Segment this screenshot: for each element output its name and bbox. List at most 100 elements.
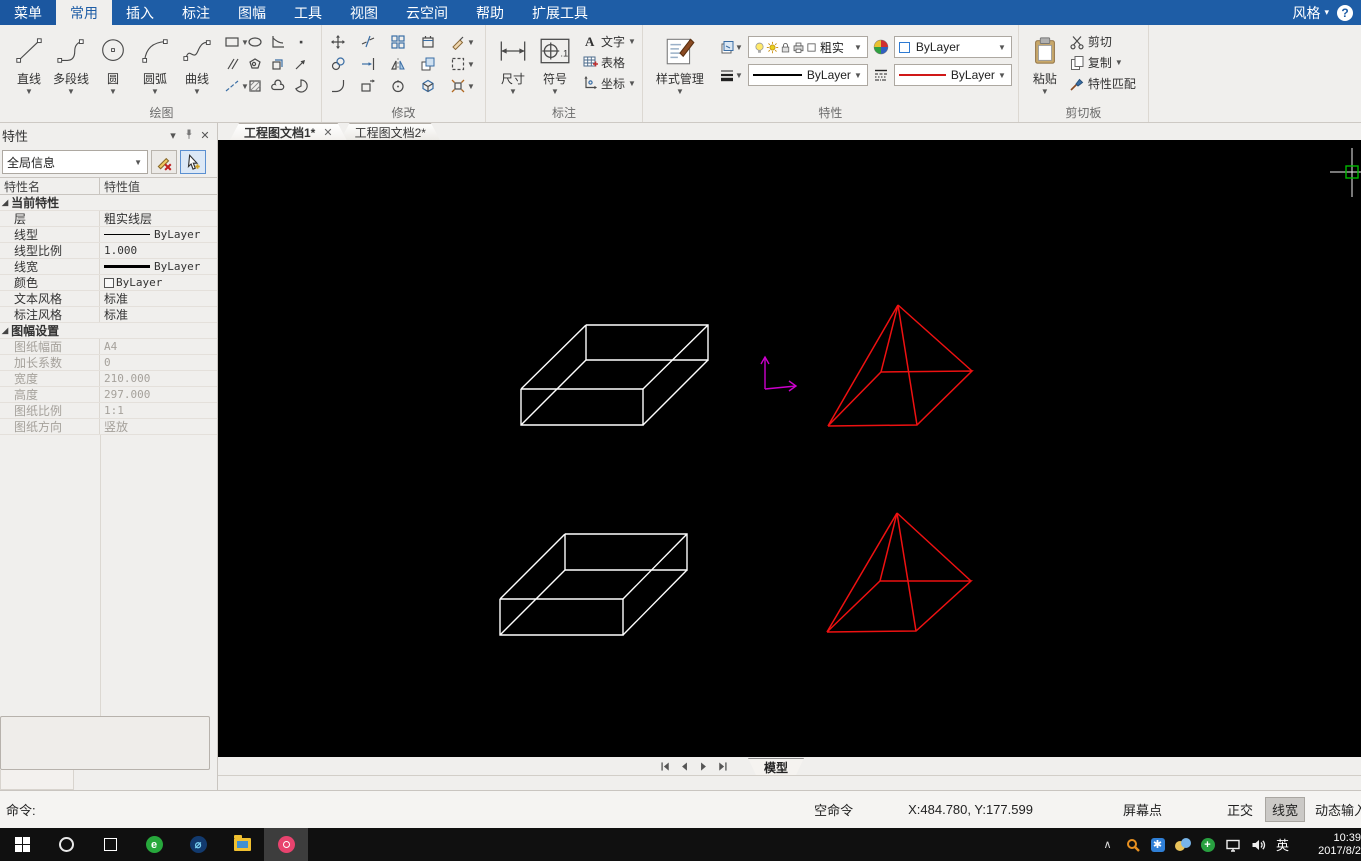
wireframe-box-bottom[interactable]: [500, 534, 687, 635]
lineweight-button[interactable]: ▼: [719, 67, 743, 83]
search-tray-icon[interactable]: [1120, 828, 1145, 861]
dimension-button[interactable]: 尺寸▼: [492, 28, 534, 96]
layer-control-button[interactable]: ▼: [719, 39, 743, 55]
layer-combo[interactable]: 粗实▼: [748, 36, 868, 58]
draw-pline-button[interactable]: 多段线▼: [50, 28, 92, 96]
hidden-icons-chevron[interactable]: ∧: [1095, 828, 1120, 861]
property-row[interactable]: ◢图幅设置: [0, 323, 217, 339]
ribbon-tab-0[interactable]: 常用: [56, 0, 112, 25]
pick-object-button[interactable]: [180, 150, 206, 174]
copy-button[interactable]: 复制▼: [1069, 53, 1136, 72]
document-tab-2[interactable]: 工程图文档2*: [341, 123, 440, 140]
linestyle-combo[interactable]: ByLayer▼: [894, 64, 1012, 86]
color-combo[interactable]: ByLayer▼: [894, 36, 1012, 58]
screen-recorder-icon[interactable]: [264, 828, 308, 861]
property-row[interactable]: 标注风格标准: [0, 307, 217, 323]
pin-icon[interactable]: [181, 128, 197, 143]
close-icon[interactable]: ✕: [197, 129, 213, 142]
clock[interactable]: 10:39 2017/8/2: [1299, 832, 1361, 858]
help-icon[interactable]: ?: [1337, 5, 1353, 21]
fillet-tool-button[interactable]: [330, 76, 359, 96]
linetype-manager-button[interactable]: [873, 67, 889, 83]
status-ortho-toggle[interactable]: 正交: [1227, 800, 1253, 819]
expander-icon[interactable]: ◢: [2, 326, 8, 335]
wireframe-pyramid-top[interactable]: [828, 305, 972, 426]
scope-select[interactable]: 全局信息 ▼: [2, 150, 148, 174]
ellipse-tool-button[interactable]: [247, 32, 269, 52]
style-dropdown[interactable]: 风格 ▾: [1292, 3, 1329, 23]
clip-tool-button[interactable]: [420, 32, 449, 52]
move-tool-button[interactable]: [330, 32, 359, 52]
property-row[interactable]: 图纸比例1:1: [0, 403, 217, 419]
parallel-tool-button[interactable]: [224, 54, 246, 74]
drawing-canvas[interactable]: [218, 140, 1361, 757]
draw-spline-button[interactable]: 曲线▼: [176, 28, 218, 96]
edit-cancel-button[interactable]: [151, 150, 177, 174]
array-tool-button[interactable]: [390, 32, 419, 52]
ribbon-tab-3[interactable]: 图幅: [224, 0, 280, 25]
cloud-tool-button[interactable]: [270, 76, 292, 96]
property-row[interactable]: 加长系数0: [0, 355, 217, 371]
property-row[interactable]: 线型比例1.000: [0, 243, 217, 259]
property-row[interactable]: 高度297.000: [0, 387, 217, 403]
ribbon-tab-4[interactable]: 工具: [280, 0, 336, 25]
cad-app-icon[interactable]: ⌀: [176, 828, 220, 861]
ribbon-tab-5[interactable]: 视图: [336, 0, 392, 25]
last-layout-icon[interactable]: [715, 759, 730, 773]
volume-icon[interactable]: [1245, 828, 1270, 861]
paste-button[interactable]: 粘贴 ▼: [1025, 28, 1065, 96]
ribbon-tab-1[interactable]: 插入: [112, 0, 168, 25]
task-view-icon[interactable]: [88, 828, 132, 861]
start-button[interactable]: [0, 828, 44, 861]
panel-menu-icon[interactable]: ▾: [165, 129, 181, 142]
cut-button[interactable]: 剪切: [1069, 32, 1136, 51]
antivirus-tray-icon[interactable]: +: [1195, 828, 1220, 861]
network-icon[interactable]: [1220, 828, 1245, 861]
draw-line-button[interactable]: 直线▼: [8, 28, 50, 96]
ribbon-tab-6[interactable]: 云空间: [392, 0, 462, 25]
rotate-tool-button[interactable]: [390, 76, 419, 96]
ribbon-tab-2[interactable]: 标注: [168, 0, 224, 25]
mirror-tool-button[interactable]: [390, 54, 419, 74]
file-explorer-icon[interactable]: [220, 828, 264, 861]
notes-tray-icon[interactable]: ✱: [1145, 828, 1170, 861]
construction-line-tool-button[interactable]: ▼: [224, 76, 246, 96]
block-tool-button[interactable]: [270, 54, 292, 74]
draw-arc-button[interactable]: 圆弧▼: [134, 28, 176, 96]
document-tab-1[interactable]: 工程图文档1*✕: [230, 123, 347, 140]
wireframe-pyramid-bottom[interactable]: [827, 513, 971, 632]
chat-tray-icon[interactable]: [1170, 828, 1195, 861]
property-row[interactable]: 文本风格标准: [0, 291, 217, 307]
text-tool-button[interactable]: A文字▼: [582, 32, 636, 50]
property-row[interactable]: 层粗实线层: [0, 211, 217, 227]
angle-tool-button[interactable]: [270, 32, 292, 52]
prev-layout-icon[interactable]: [677, 759, 692, 773]
coord-tool-button[interactable]: 坐标▼: [582, 74, 636, 92]
model-tab[interactable]: 模型: [748, 758, 804, 775]
explode-tool-button[interactable]: ▼: [450, 76, 479, 96]
pie-tool-button[interactable]: [293, 76, 315, 96]
menu-button[interactable]: 菜单: [0, 0, 56, 25]
overlap-tool-button[interactable]: [420, 54, 449, 74]
cortana-icon[interactable]: [44, 828, 88, 861]
ribbon-tab-8[interactable]: 扩展工具: [518, 0, 602, 25]
close-icon[interactable]: ✕: [323, 126, 332, 139]
property-row[interactable]: 线宽ByLayer: [0, 259, 217, 275]
stretch-tool-button[interactable]: [360, 76, 389, 96]
table-tool-button[interactable]: 表格: [582, 53, 636, 71]
ime-indicator[interactable]: 英: [1270, 828, 1295, 861]
next-layout-icon[interactable]: [696, 759, 711, 773]
expander-icon[interactable]: ◢: [2, 198, 8, 207]
status-lineweight-toggle[interactable]: 线宽: [1265, 797, 1305, 822]
color-wheel-button[interactable]: [873, 39, 889, 55]
rect-clip-tool-button[interactable]: ▼: [450, 54, 479, 74]
first-layout-icon[interactable]: [658, 759, 673, 773]
point-tool-button[interactable]: [293, 32, 315, 52]
wireframe-box-top[interactable]: [521, 325, 708, 425]
erase-tool-button[interactable]: ▼: [450, 32, 479, 52]
property-row[interactable]: 线型ByLayer: [0, 227, 217, 243]
draw-circle-button[interactable]: 圆▼: [92, 28, 134, 96]
property-row[interactable]: ◢当前特性: [0, 195, 217, 211]
style-manager-button[interactable]: 样式管理 ▼: [649, 28, 711, 96]
view3d-tool-button[interactable]: [420, 76, 449, 96]
